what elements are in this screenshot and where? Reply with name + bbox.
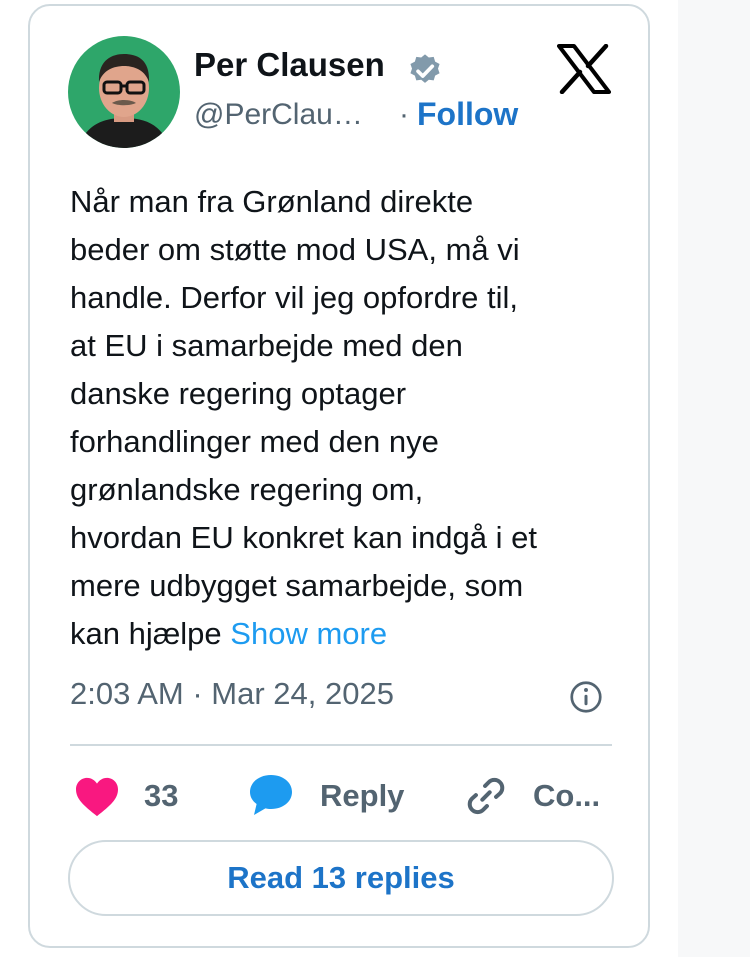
- tweet-text-line: Når man fra Grønland direkte: [70, 184, 474, 219]
- author-name[interactable]: Per Clausen: [194, 46, 385, 84]
- read-replies-button[interactable]: Read 13 replies: [68, 840, 614, 916]
- tweet-timestamp[interactable]: 2:03 AM · Mar 24, 2025: [70, 676, 394, 712]
- tweet-card[interactable]: Per Clausen @PerClau… · Follow Når man f…: [28, 4, 650, 948]
- reply-button[interactable]: Reply: [320, 778, 404, 814]
- tweet-text-line: at EU i samarbejde med den: [70, 328, 463, 363]
- tweet-text-line: mere udbygget samarbejde, som: [70, 568, 524, 603]
- like-count[interactable]: 33: [144, 778, 178, 814]
- show-more-link[interactable]: Show more: [230, 616, 387, 651]
- follow-button[interactable]: Follow: [417, 96, 518, 133]
- reply-bubble-icon[interactable]: [247, 772, 295, 818]
- tweet-text-line: forhandlinger med den nye: [70, 424, 439, 459]
- separator-dot: ·: [399, 98, 409, 131]
- verified-badge-icon: [406, 52, 444, 90]
- page: Per Clausen @PerClau… · Follow Når man f…: [0, 0, 750, 957]
- tweet-text-last-line: kan hjælpe Show more: [70, 610, 630, 658]
- tweet-text: Når man fra Grønland direkte beder om st…: [70, 178, 630, 658]
- tweet-text-line: hvordan EU konkret kan indgå i et: [70, 520, 537, 555]
- tweet-text-line: danske regering optager: [70, 376, 407, 411]
- link-icon[interactable]: [464, 774, 508, 818]
- page-side-margin: [678, 0, 750, 957]
- heart-icon[interactable]: [74, 776, 120, 818]
- divider: [70, 744, 612, 746]
- author-handle[interactable]: @PerClau…: [194, 98, 363, 132]
- avatar[interactable]: [68, 36, 180, 148]
- tweet-text-line: beder om støtte mod USA, må vi: [70, 232, 520, 267]
- copy-link-button[interactable]: Co...: [533, 778, 600, 814]
- x-logo-icon[interactable]: [557, 43, 611, 95]
- tweet-text-line: handle. Derfor vil jeg opfordre til,: [70, 280, 519, 315]
- tweet-text-line: kan hjælpe: [70, 616, 231, 651]
- tweet-text-line: grønlandske regering om,: [70, 472, 424, 507]
- info-icon[interactable]: [568, 679, 604, 715]
